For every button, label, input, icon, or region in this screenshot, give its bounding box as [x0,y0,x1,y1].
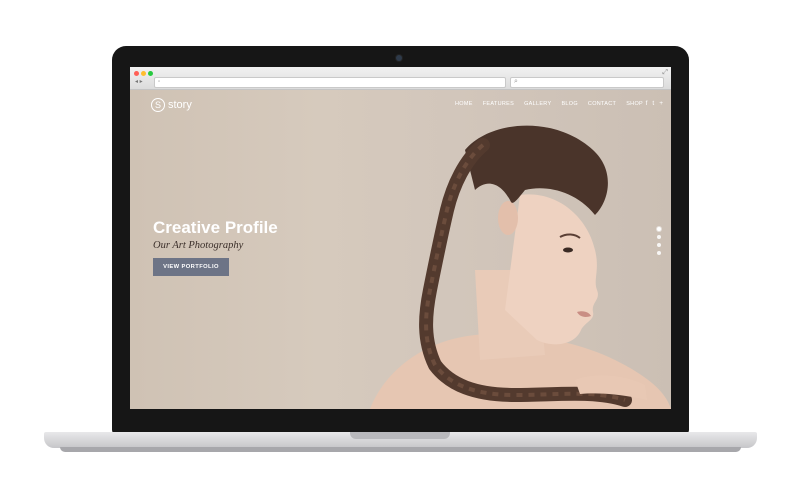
browser-nav-arrows[interactable]: ◂ ▸ [135,78,143,85]
search-icon: ⌕ [514,78,518,85]
nav-item-shop[interactable]: SHOP [626,101,643,107]
hero-title: Creative Profile [153,218,278,237]
address-bar[interactable]: ▫ [154,77,506,88]
site-logo[interactable]: S story [151,97,192,113]
hero-section: S story HOME FEATURES GALLERY BLOG CONTA… [130,90,671,409]
facebook-icon[interactable]: f [646,100,648,107]
laptop-base-edge [60,447,741,452]
slide-dot-1[interactable] [657,227,661,231]
fullscreen-icon[interactable]: ⤢ [662,69,668,77]
slide-dot-4[interactable] [657,251,661,255]
nav-item-home[interactable]: HOME [455,101,473,107]
nav-item-blog[interactable]: BLOG [561,101,577,107]
laptop-opening-notch [350,432,450,439]
nav-item-contact[interactable]: CONTACT [588,101,616,107]
close-window-button[interactable] [134,71,139,76]
minimize-window-button[interactable] [141,71,146,76]
slider-pagination [657,227,661,255]
browser-toolbar: ◂ ▸ ▫ ⌕ ⤢ [130,67,671,90]
slide-dot-2[interactable] [657,235,661,239]
logo-text: story [168,99,192,111]
slide-dot-3[interactable] [657,243,661,247]
maximize-window-button[interactable] [148,71,153,76]
webcam [396,55,402,61]
hero-subtitle: Our Art Photography [153,240,244,251]
browser-search-field[interactable]: ⌕ [510,77,664,88]
nav-item-gallery[interactable]: GALLERY [524,101,551,107]
twitter-icon[interactable]: t [652,100,654,107]
nav-item-features[interactable]: FEATURES [483,101,514,107]
laptop-screen: ◂ ▸ ▫ ⌕ ⤢ S story HOME FEATURES GALLERY … [130,67,671,409]
view-portfolio-button[interactable]: VIEW PORTFOLIO [153,258,229,276]
google-plus-icon[interactable]: + [659,100,663,107]
page-icon: ▫ [158,79,161,85]
hero-photo-woman-braid [370,125,671,409]
logo-mark: S [151,98,165,112]
main-nav: HOME FEATURES GALLERY BLOG CONTACT SHOP [455,101,643,107]
social-links: f t + [646,100,663,107]
